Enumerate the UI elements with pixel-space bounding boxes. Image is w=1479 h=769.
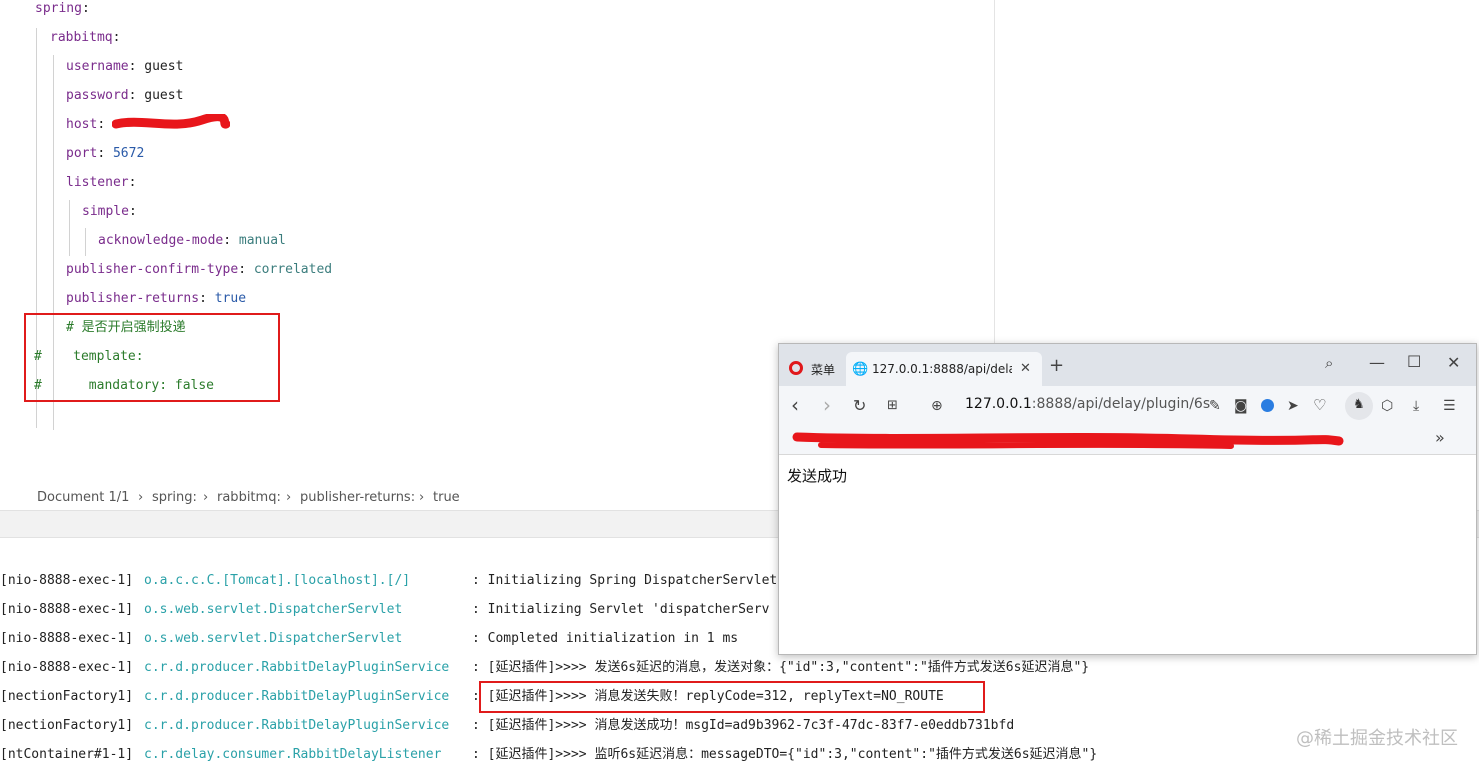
back-icon[interactable]: ‹ (791, 395, 799, 415)
code-line-username: username: guest (66, 59, 184, 74)
cube-icon[interactable]: ⬡ (1381, 397, 1393, 415)
console-row: [nectionFactory1] c.r.d.producer.RabbitDe… (0, 718, 1015, 733)
breadcrumb-item-document[interactable]: Document 1/1 (37, 490, 129, 505)
breadcrumb-separator: › (203, 490, 209, 505)
site-info-icon[interactable]: ⊕ (931, 397, 943, 415)
forward-icon[interactable]: › (823, 395, 831, 415)
breadcrumb-item-rabbitmq[interactable]: rabbitmq: (217, 490, 281, 505)
minimize-icon[interactable]: — (1369, 354, 1385, 372)
close-tab-icon[interactable]: ✕ (1020, 360, 1031, 378)
maximize-icon[interactable]: ☐ (1407, 353, 1421, 371)
code-line-host: host: (66, 117, 106, 132)
code-line-acknowledge-mode: acknowledge-mode: manual (98, 233, 286, 248)
code-line-rabbitmq: rabbitmq: (50, 30, 121, 45)
bookmarks-bar: » (779, 426, 1476, 455)
code-line-listener: listener: (66, 175, 137, 190)
page-content: 发送成功 (779, 455, 1476, 654)
code-line-port: port: 5672 (66, 146, 145, 161)
failure-highlight-box (479, 681, 985, 713)
indent-guide (69, 200, 70, 256)
snapshot-icon[interactable]: ◙ (1234, 397, 1248, 415)
new-tab-icon[interactable]: + (1049, 357, 1064, 375)
breadcrumb-item-spring[interactable]: spring: (152, 490, 197, 505)
heart-icon[interactable]: ♡ (1313, 396, 1326, 414)
breadcrumb-item-publisher-returns[interactable]: publisher-returns: (300, 490, 415, 505)
search-icon[interactable]: ⌕ (1325, 354, 1333, 372)
code-line-password: password: guest (66, 88, 184, 103)
settings-icon[interactable]: ☰ (1443, 397, 1456, 415)
tab-active[interactable]: 🌐 127.0.0.1:8888/api/delay/ ✕ (846, 352, 1042, 386)
download-icon[interactable]: ⤓ (1413, 397, 1419, 415)
nav-bar: ‹ › ↻ ⊞ ⊕ 127.0.0.1:8888/api/delay/plugi… (779, 386, 1476, 426)
code-line-simple: simple: (82, 204, 137, 219)
url-path: :8888/api/delay/plugin/6s (1031, 396, 1211, 412)
opera-logo-icon[interactable] (789, 361, 803, 375)
host-redaction-scribble (112, 114, 230, 129)
tab-bar: 菜单 🌐 127.0.0.1:8888/api/delay/ ✕ + ⌕ — ☐… (779, 344, 1476, 386)
extension-icon[interactable]: ♞ (1345, 392, 1373, 420)
reload-icon[interactable]: ↻ (853, 397, 866, 415)
breadcrumb-separator: › (286, 490, 292, 505)
code-line-publisher-confirm-type: publisher-confirm-type: correlated (66, 262, 333, 277)
edit-icon[interactable]: ✎ (1209, 397, 1221, 415)
code-line-publisher-returns: publisher-returns: true (66, 291, 247, 306)
more-bookmarks-icon[interactable]: » (1435, 429, 1445, 447)
console-row: [nio-8888-exec-1] c.r.d.producer.RabbitDe… (0, 660, 1090, 675)
speed-dial-icon[interactable]: ⊞ (887, 397, 898, 415)
shield-icon[interactable] (1261, 399, 1274, 412)
send-icon[interactable]: ➤ (1287, 397, 1299, 415)
comment-highlight-box (24, 313, 280, 402)
close-window-icon[interactable]: ✕ (1447, 354, 1460, 372)
menu-label[interactable]: 菜单 (811, 361, 835, 378)
tab-title: 127.0.0.1:8888/api/delay/ (872, 362, 1012, 376)
breadcrumb-item-true[interactable]: true (433, 490, 460, 505)
code-line-spring: spring: (35, 1, 90, 16)
watermark: @稀土掘金技术社区 (1296, 728, 1458, 749)
url-field[interactable]: 127.0.0.1:8888/api/delay/plugin/6s (965, 396, 1210, 412)
bookmarks-redaction-scribble (792, 432, 1344, 449)
breadcrumb-separator: › (138, 490, 144, 505)
breadcrumb-separator: › (419, 490, 425, 505)
indent-guide (85, 228, 86, 256)
browser-window[interactable]: 菜单 🌐 127.0.0.1:8888/api/delay/ ✕ + ⌕ — ☐… (778, 343, 1477, 655)
globe-icon: 🌐 (852, 362, 869, 377)
console-row: [ntContainer#1-1] c.r.delay.consumer.Rabb… (0, 747, 1098, 762)
page-text: 发送成功 (787, 467, 848, 485)
url-host: 127.0.0.1 (965, 396, 1032, 412)
